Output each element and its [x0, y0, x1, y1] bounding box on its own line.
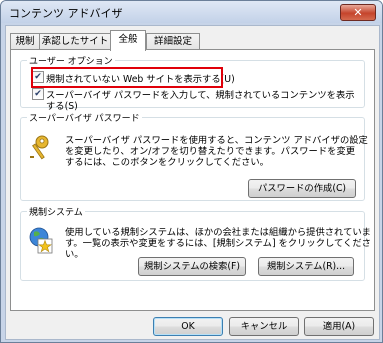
supervisor-view-label-line1[interactable]: スーパーバイザ パスワードを入力して、規制されているコンテンツを表示: [46, 87, 355, 101]
create-password-button[interactable]: パスワードの作成(C): [248, 179, 356, 198]
key-icon: [30, 135, 49, 160]
find-rating-systems-button[interactable]: 規制システムの検索(F): [138, 257, 246, 276]
apply-button[interactable]: 適用(A): [304, 317, 374, 336]
rating-systems-desc-line3: い。: [65, 249, 84, 260]
tab-general[interactable]: 全般: [110, 30, 146, 51]
rating-systems-label: 規制システム: [27, 205, 85, 218]
supervisor-view-label-line2[interactable]: する(S): [46, 98, 78, 112]
user-options-label: ユーザー オプション: [27, 54, 115, 67]
rating-systems-desc-line2: す。一覧の表示や変更をするには、[規制システム] をクリックしてくださ: [65, 238, 371, 249]
close-button[interactable]: ✕: [340, 4, 376, 21]
supervisor-view-checkbox[interactable]: ✔: [32, 88, 44, 100]
supervisor-password-label: スーパーバイザ パスワード: [27, 111, 142, 124]
supervisor-desc-line3: するには、このボタンをクリックしてください。: [65, 157, 269, 168]
tab-advanced[interactable]: 詳細設定: [146, 33, 200, 50]
cancel-button[interactable]: キャンセル: [229, 317, 299, 336]
general-panel: ユーザー オプション ✔ 規制されていない Web サイトを表示する(U) ✔ …: [10, 49, 375, 311]
highlight-annotation: [31, 67, 223, 88]
tab-approved-sites[interactable]: 承認したサイト: [39, 33, 111, 50]
rating-systems-button[interactable]: 規制システム(R)...: [258, 257, 354, 276]
title-bar: コンテンツ アドバイザ ✕: [1, 1, 382, 23]
content-advisor-window: コンテンツ アドバイザ ✕ 規制 承認したサイト 全般 詳細設定 ユーザー オプ…: [0, 0, 383, 343]
ok-button[interactable]: OK: [153, 317, 223, 336]
window-title: コンテンツ アドバイザ: [9, 7, 123, 20]
rating-system-icon: [29, 227, 53, 254]
tab-ratings[interactable]: 規制: [10, 33, 40, 50]
